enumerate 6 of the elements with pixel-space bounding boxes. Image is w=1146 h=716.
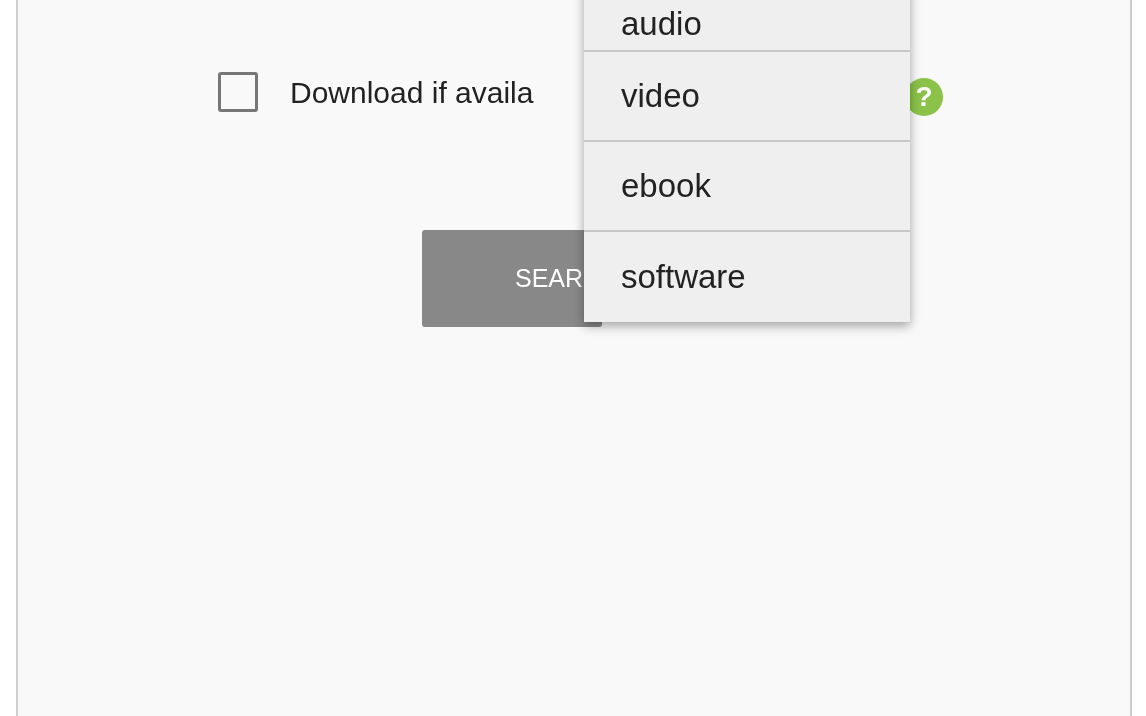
- menu-item[interactable]: ebook: [584, 142, 910, 232]
- search-button[interactable]: SEAR: [422, 230, 602, 327]
- checkbox-label: Download if availa: [290, 74, 534, 111]
- checkbox[interactable]: [218, 72, 258, 112]
- menu-item[interactable]: audio: [584, 0, 910, 52]
- menu-item[interactable]: video: [584, 52, 910, 142]
